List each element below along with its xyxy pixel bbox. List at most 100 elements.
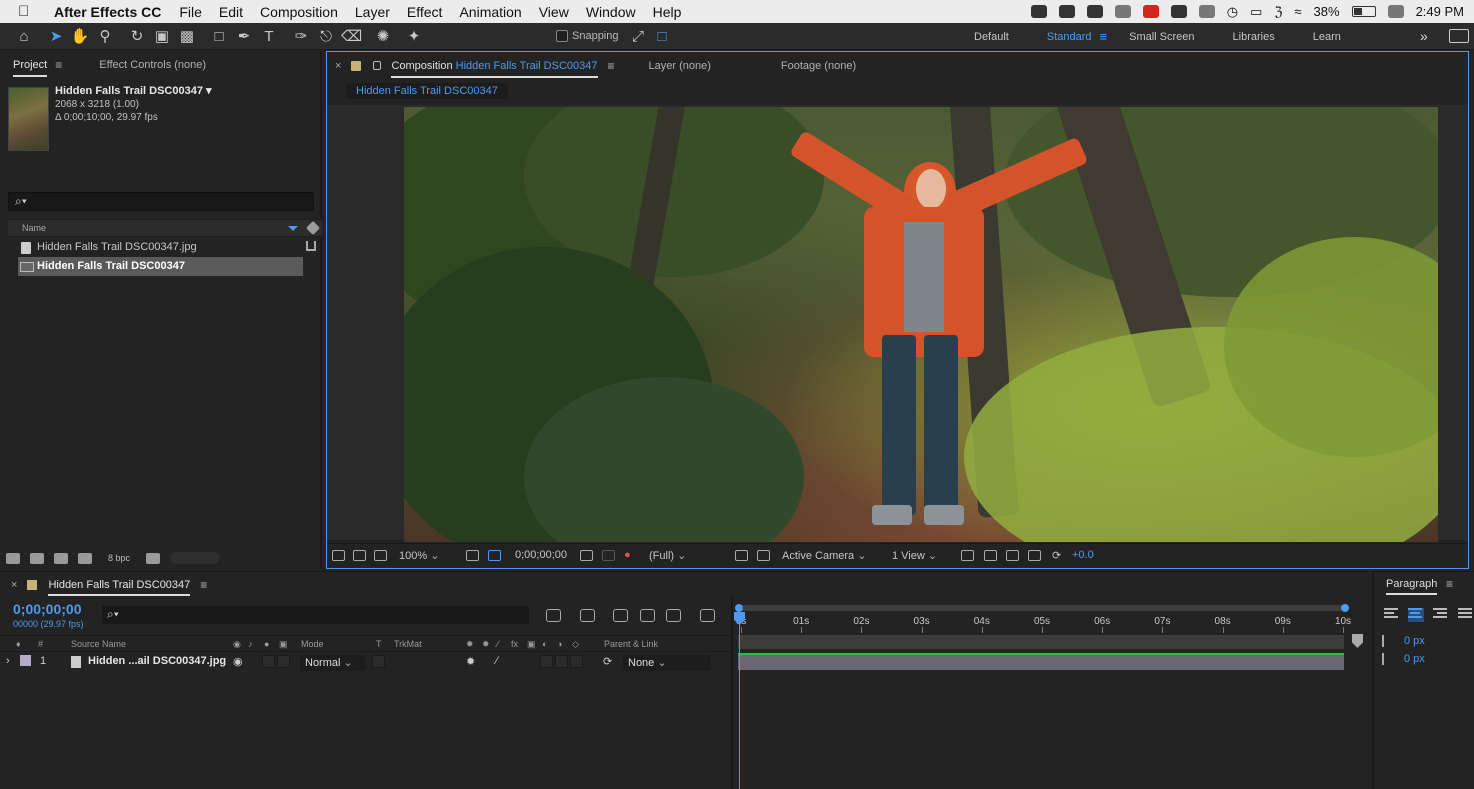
menu-help[interactable]: Help — [653, 4, 682, 20]
column-name[interactable]: Name — [22, 223, 46, 233]
close-icon[interactable]: × — [335, 60, 341, 72]
composition-breadcrumb[interactable]: Hidden Falls Trail DSC00347 — [346, 83, 508, 99]
workspace-default[interactable]: Default — [974, 31, 1009, 43]
timeline-search-input[interactable]: ⌕▾ — [102, 606, 529, 624]
airplay-icon[interactable]: ▭ — [1250, 4, 1262, 20]
menu-effect[interactable]: Effect — [407, 4, 443, 20]
flowchart-icon[interactable] — [306, 241, 316, 251]
wifi-icon[interactable]: ≈ — [1294, 4, 1301, 19]
column-trkmat[interactable]: TrkMat — [394, 639, 422, 649]
layer-visibility-icon[interactable]: ◉ — [233, 655, 243, 668]
timeline-current-time[interactable]: 0;00;00;00 — [13, 601, 82, 617]
timeline-tab[interactable]: Hidden Falls Trail DSC00347 — [48, 574, 191, 596]
align-right-icon[interactable] — [1433, 608, 1449, 622]
audio-icon[interactable]: ♪ — [248, 639, 253, 649]
collapse-switch-icon[interactable]: ✸ — [482, 639, 490, 650]
interpret-footage-icon[interactable] — [6, 552, 20, 564]
justify-icon[interactable] — [1458, 608, 1474, 622]
more-workspaces-icon[interactable]: » — [1420, 28, 1428, 44]
camera-tool-icon[interactable]: ▣ — [152, 27, 172, 46]
align-left-icon[interactable] — [1384, 608, 1400, 622]
terminal-icon[interactable] — [1114, 5, 1131, 18]
eraser-tool-icon[interactable]: ⌫ — [341, 27, 362, 46]
expand-chevron-icon[interactable]: › — [6, 655, 10, 667]
layer-duration-bar[interactable] — [738, 653, 1344, 670]
battery-icon[interactable] — [1351, 6, 1376, 17]
clock[interactable]: 2:49 PM — [1416, 4, 1464, 19]
motion-blur-icon[interactable] — [666, 609, 681, 622]
snap-edges-icon[interactable]: ⤢ — [628, 27, 648, 46]
pick-whip-icon[interactable]: ⟳ — [603, 655, 612, 668]
time-ruler[interactable]: 0s01s02s03s04s05s06s07s08s09s10s — [733, 614, 1351, 633]
snapping-checkbox[interactable] — [556, 30, 568, 42]
lock-icon[interactable] — [373, 61, 382, 70]
layer-audio-cell[interactable] — [262, 655, 275, 668]
tab-project[interactable]: Project — [13, 53, 48, 77]
channels-icon[interactable]: ● — [624, 549, 631, 561]
rotate-tool-icon[interactable]: ↻ — [127, 27, 147, 46]
dropbox-icon[interactable] — [1058, 5, 1075, 18]
workspace-learn[interactable]: Learn — [1313, 31, 1341, 43]
display-icon[interactable] — [1198, 5, 1215, 18]
column-source-name[interactable]: Source Name — [71, 639, 126, 649]
solo-icon[interactable]: ● — [264, 639, 269, 649]
comp-end-marker[interactable] — [1352, 634, 1363, 648]
fast-previews-icon[interactable] — [735, 550, 748, 561]
asset-name[interactable]: Hidden Falls Trail DSC00347 ▾ — [55, 85, 212, 98]
zoom-dropdown[interactable]: 100% — [399, 549, 439, 562]
indent-right-field[interactable]: 0 px — [1382, 653, 1425, 666]
hardware-icon[interactable] — [1170, 5, 1187, 18]
selection-tool-icon[interactable]: ➤ — [46, 27, 66, 46]
project-search-input[interactable]: ⌕▾ — [8, 192, 314, 211]
trash-icon[interactable] — [146, 552, 161, 564]
rectangle-tool-icon[interactable]: □ — [209, 27, 229, 46]
roto-brush-tool-icon[interactable]: ✺ — [373, 27, 393, 46]
workspace-menu-icon[interactable]: ≡ — [1100, 29, 1108, 44]
snapshot-icon[interactable] — [580, 550, 593, 561]
shy-layers-icon[interactable] — [613, 609, 628, 622]
zoom-tool-icon[interactable]: ⚲ — [95, 27, 115, 46]
composition-viewer[interactable] — [327, 105, 1468, 542]
reset-exposure-icon[interactable]: ⟳ — [1052, 549, 1061, 562]
new-composition-icon[interactable] — [54, 552, 68, 564]
workspace-small-screen[interactable]: Small Screen — [1129, 31, 1194, 43]
snapping-toggle[interactable]: Snapping — [556, 30, 619, 42]
column-mode[interactable]: Mode — [301, 639, 324, 649]
tab-paragraph[interactable]: Paragraph — [1386, 578, 1438, 595]
clone-stamp-tool-icon[interactable]: ⎋ — [316, 27, 336, 46]
snap-features-icon[interactable]: □ — [652, 27, 672, 46]
fast-draft-icon[interactable] — [984, 550, 997, 561]
composition-menu-icon[interactable]: ≡ — [608, 59, 615, 73]
quality-switch-icon[interactable]: ∕ — [497, 639, 499, 649]
transparency-grid-icon[interactable] — [757, 550, 770, 561]
type-tool-icon[interactable]: T — [259, 27, 279, 46]
lock-icon[interactable]: ▣ — [279, 639, 288, 650]
flowchart-view-icon[interactable] — [1028, 550, 1041, 561]
home-icon[interactable]: ⌂ — [14, 27, 34, 46]
column-parent[interactable]: Parent & Link — [604, 639, 658, 649]
layer-quality-switch-icon[interactable]: ∕ — [496, 655, 498, 667]
effects-switch-icon[interactable]: fx — [511, 639, 518, 649]
motion-blur-switch-icon[interactable]: ◐ — [542, 639, 547, 649]
camera-dropdown[interactable]: Active Camera — [782, 549, 866, 562]
indent-right-value[interactable]: 0 px — [1404, 653, 1425, 665]
brush-tool-icon[interactable]: ✑ — [291, 27, 311, 46]
close-icon[interactable]: × — [11, 579, 17, 591]
timeline-icon[interactable] — [1006, 550, 1019, 561]
menu-window[interactable]: Window — [586, 4, 636, 20]
align-center-icon[interactable] — [1408, 608, 1424, 622]
new-folder-icon[interactable] — [30, 552, 44, 564]
creative-cloud-icon[interactable] — [1030, 5, 1047, 18]
layer-shy-switch-icon[interactable]: ✹ — [466, 655, 475, 668]
hand-tool-icon[interactable]: ✋ — [70, 27, 90, 46]
adjustment-switch-icon[interactable]: ◑ — [557, 639, 562, 649]
work-area-bar[interactable] — [735, 604, 1349, 612]
menu-composition[interactable]: Composition — [260, 4, 338, 20]
search-help-icon[interactable] — [1449, 29, 1469, 43]
thumbnail-scroll[interactable] — [170, 552, 221, 564]
region-of-interest-icon[interactable] — [488, 550, 501, 561]
timeline-menu-icon[interactable]: ≡ — [200, 578, 207, 592]
app-status-icon[interactable] — [1086, 5, 1103, 18]
project-settings-icon[interactable] — [78, 552, 92, 564]
graph-editor-icon[interactable] — [700, 609, 715, 622]
